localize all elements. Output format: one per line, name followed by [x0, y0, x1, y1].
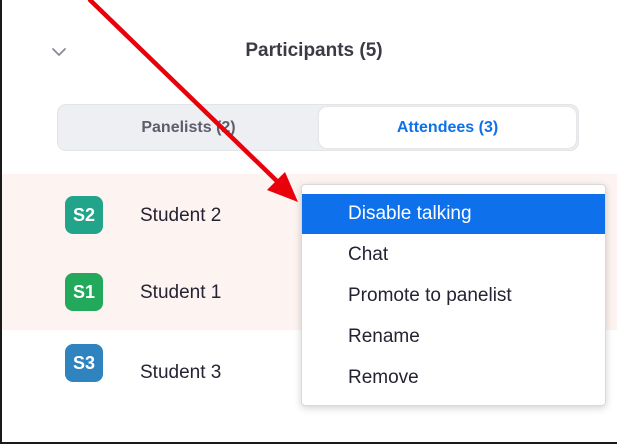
avatar: S1 — [65, 273, 103, 311]
tab-attendees[interactable]: Attendees (3) — [319, 107, 576, 148]
avatar: S3 — [65, 344, 103, 382]
attendee-name: Student 3 — [140, 362, 222, 383]
panel-title: Participants (5) — [245, 40, 383, 61]
participant-tabs: Panelists (2) Attendees (3) — [57, 104, 579, 151]
menu-item-remove[interactable]: Remove — [302, 357, 605, 398]
attendee-context-menu: Disable talking Chat Promote to panelist… — [301, 184, 606, 406]
menu-item-disable-talking[interactable]: Disable talking — [302, 194, 605, 234]
attendee-name: Student 1 — [140, 282, 222, 303]
tab-panelists[interactable]: Panelists (2) — [60, 107, 317, 148]
avatar: S2 — [65, 196, 103, 234]
participants-panel: Participants (5) Panelists (2) Attendees… — [0, 0, 617, 444]
menu-item-rename[interactable]: Rename — [302, 316, 605, 357]
panel-header: Participants (5) — [2, 26, 617, 76]
menu-item-chat[interactable]: Chat — [302, 234, 605, 275]
menu-item-promote-to-panelist[interactable]: Promote to panelist — [302, 275, 605, 316]
chevron-down-icon[interactable] — [50, 45, 68, 57]
attendee-name: Student 2 — [140, 205, 222, 226]
